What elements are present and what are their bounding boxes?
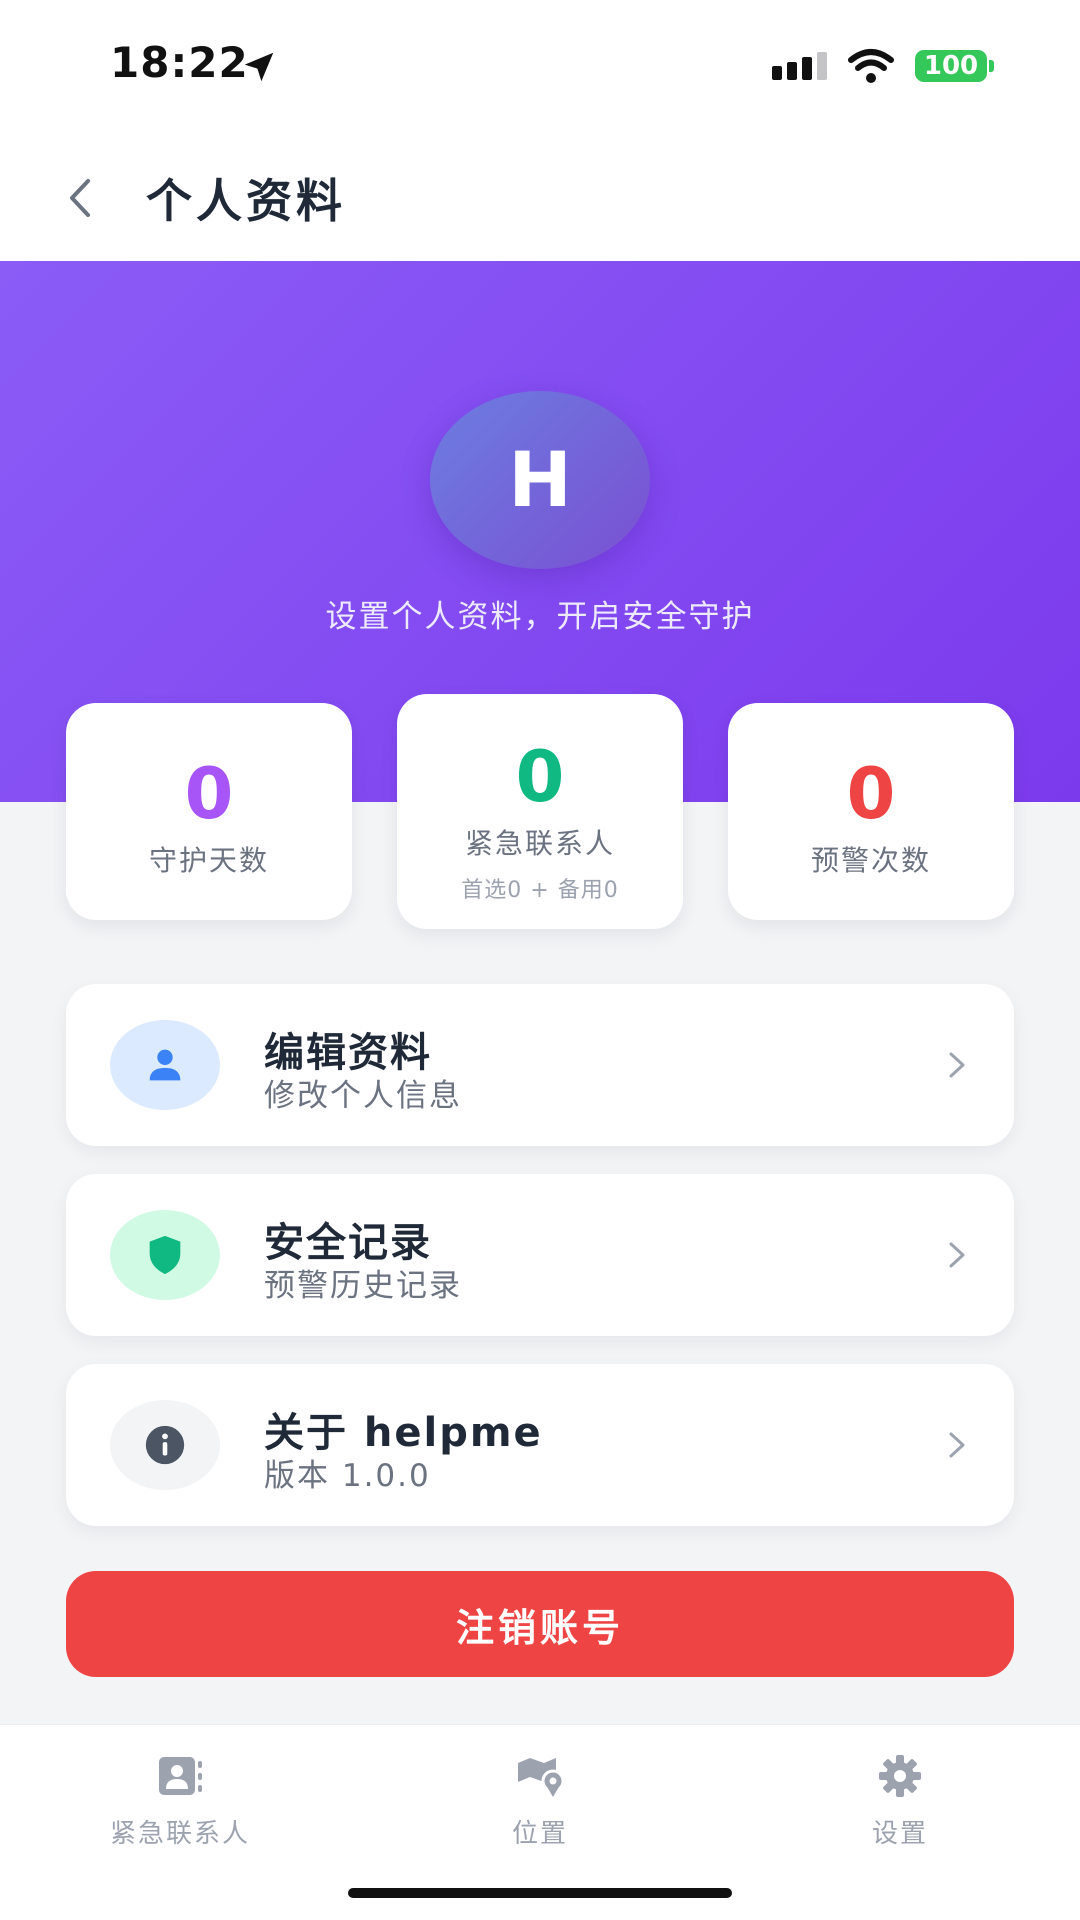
info-icon [145, 1425, 185, 1465]
battery-nub [989, 60, 994, 72]
cellular-signal-icon [772, 52, 827, 80]
tab-label: 设置 [871, 1819, 928, 1849]
stat-card-emergency-contacts[interactable]: 0 紧急联系人 首选0 + 备用0 [397, 694, 683, 929]
tab-label: 位置 [511, 1819, 568, 1849]
home-indicator [348, 1888, 732, 1898]
chevron-right-icon [949, 1052, 965, 1078]
stat-value: 0 [515, 736, 565, 818]
contacts-icon [159, 1757, 202, 1795]
wifi-icon [848, 49, 894, 83]
menu-subtitle: 版本 1.0.0 [264, 1458, 431, 1494]
stat-sub: 首选0 + 备用0 [461, 878, 619, 903]
menu-icon-bg [110, 1400, 220, 1490]
stat-value: 0 [846, 753, 896, 835]
stat-label: 紧急联系人 [464, 827, 615, 860]
map-location-icon [518, 1758, 565, 1797]
menu-icon-bg [110, 1020, 220, 1110]
menu-subtitle: 修改个人信息 [264, 1078, 462, 1114]
menu-safety-records[interactable]: 安全记录 预警历史记录 [66, 1174, 1014, 1336]
gear-icon [879, 1755, 921, 1797]
shield-icon [149, 1235, 181, 1275]
battery-indicator: 100 [915, 50, 987, 82]
profile-screen: 18:22 100 个人资料 H 设置个人资料，开启安全守护 0 守护天数 0 … [0, 0, 1080, 1920]
tab-location[interactable]: 位置 [420, 1753, 660, 1863]
location-arrow-icon [244, 52, 274, 82]
stat-label: 守护天数 [148, 844, 269, 877]
tab-label: 紧急联系人 [109, 1819, 250, 1849]
stat-card-guard-days: 0 守护天数 [66, 703, 352, 920]
profile-subtitle: 设置个人资料，开启安全守护 [325, 599, 755, 635]
stat-label: 预警次数 [810, 844, 931, 877]
status-time: 18:22 [110, 38, 249, 87]
stat-value: 0 [184, 753, 234, 835]
chevron-left-icon[interactable] [60, 173, 100, 223]
page-header: 个人资料 [0, 135, 1080, 261]
status-bar: 18:22 100 [0, 0, 1080, 135]
chevron-right-icon [949, 1242, 965, 1268]
stat-card-alert-count: 0 预警次数 [728, 703, 1014, 920]
menu-subtitle: 预警历史记录 [264, 1268, 462, 1304]
menu-icon-bg [110, 1210, 220, 1300]
avatar[interactable]: H [430, 391, 650, 569]
tab-emergency-contacts[interactable]: 紧急联系人 [60, 1753, 300, 1863]
tab-settings[interactable]: 设置 [780, 1753, 1020, 1863]
page-title: 个人资料 [146, 174, 346, 228]
menu-edit-profile[interactable]: 编辑资料 修改个人信息 [66, 984, 1014, 1146]
user-icon [149, 1049, 181, 1081]
delete-account-button[interactable]: 注销账号 [66, 1571, 1014, 1677]
menu-about[interactable]: 关于 helpme 版本 1.0.0 [66, 1364, 1014, 1526]
chevron-right-icon [949, 1432, 965, 1458]
